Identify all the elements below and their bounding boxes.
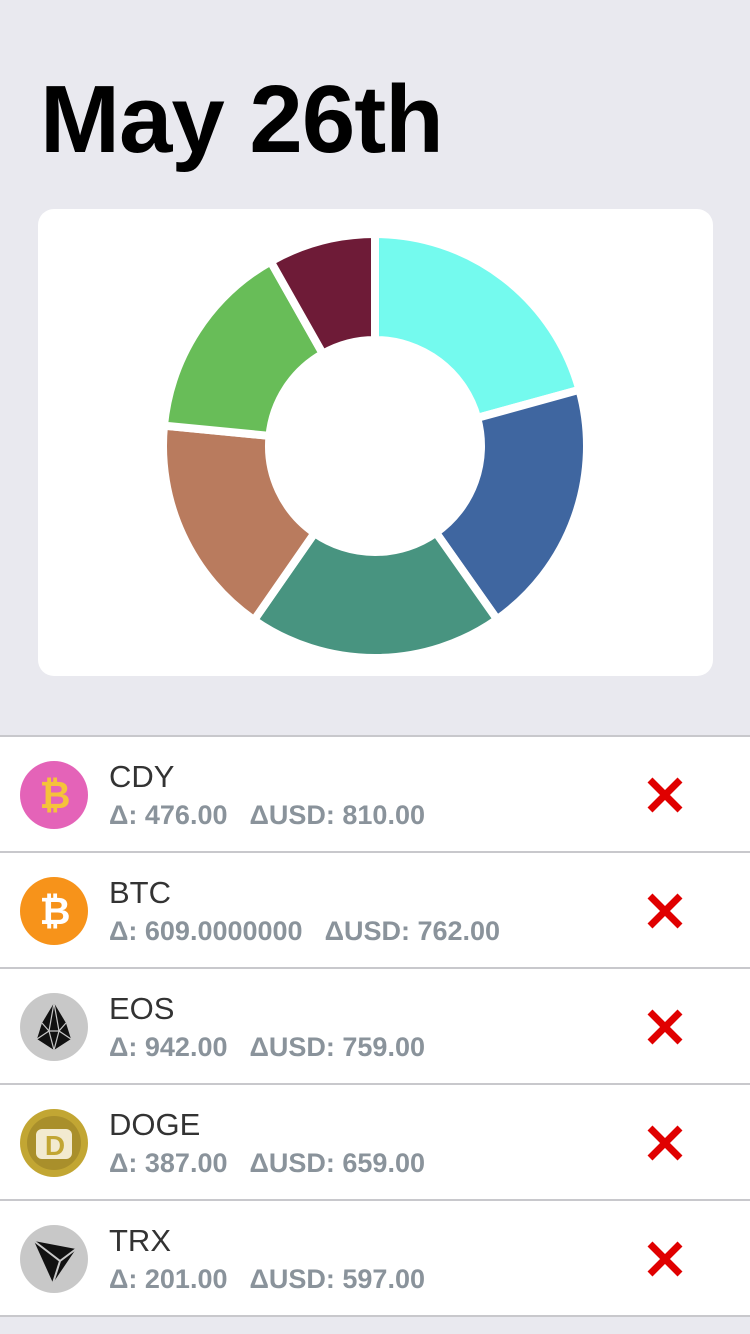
remove-coin-button[interactable] xyxy=(641,1119,689,1167)
dogecoin-icon: D xyxy=(20,1109,88,1177)
page-title: May 26th xyxy=(40,66,444,173)
coin-symbol: BTC xyxy=(109,875,171,910)
coin-row-trx[interactable]: TRX Δ: 201.00 ΔUSD: 597.00 xyxy=(0,1201,750,1317)
close-icon xyxy=(647,1009,683,1045)
close-icon xyxy=(647,777,683,813)
remove-coin-button[interactable] xyxy=(641,1235,689,1283)
eos-icon xyxy=(20,993,88,1061)
svg-text:D: D xyxy=(45,1130,65,1161)
svg-text:₿: ₿ xyxy=(40,775,71,817)
portfolio-donut-chart xyxy=(159,229,591,662)
close-icon xyxy=(647,1241,683,1277)
coin-amounts: Δ: 609.0000000 ΔUSD: 762.00 xyxy=(109,915,500,947)
close-icon xyxy=(647,1125,683,1161)
coin-row-eos[interactable]: EOS Δ: 942.00 ΔUSD: 759.00 xyxy=(0,969,750,1085)
coin-delta-usd: ΔUSD: 597.00 xyxy=(249,1264,425,1294)
remove-coin-button[interactable] xyxy=(641,887,689,935)
coin-delta-usd: ΔUSD: 810.00 xyxy=(249,800,425,830)
coin-symbol: EOS xyxy=(109,991,175,1026)
coin-amounts: Δ: 201.00 ΔUSD: 597.00 xyxy=(109,1263,425,1295)
remove-coin-button[interactable] xyxy=(641,1003,689,1051)
bitcoin-candy-icon: ₿ xyxy=(20,761,88,829)
coin-row-btc[interactable]: ₿ BTC Δ: 609.0000000 ΔUSD: 762.00 xyxy=(0,853,750,969)
coin-row-doge[interactable]: D DOGE Δ: 387.00 ΔUSD: 659.00 xyxy=(0,1085,750,1201)
coin-amounts: Δ: 387.00 ΔUSD: 659.00 xyxy=(109,1147,425,1179)
coin-symbol: DOGE xyxy=(109,1107,201,1142)
coin-symbol: TRX xyxy=(109,1223,171,1258)
tron-icon xyxy=(20,1225,88,1293)
coin-delta-usd: ΔUSD: 659.00 xyxy=(249,1148,425,1178)
coin-delta-usd: ΔUSD: 759.00 xyxy=(249,1032,425,1062)
coin-amounts: Δ: 476.00 ΔUSD: 810.00 xyxy=(109,799,425,831)
coin-delta: Δ: 201.00 xyxy=(109,1264,228,1294)
coin-amounts: Δ: 942.00 ΔUSD: 759.00 xyxy=(109,1031,425,1063)
coin-delta: Δ: 609.0000000 xyxy=(109,916,303,946)
coin-row-cdy[interactable]: ₿ CDY Δ: 476.00 ΔUSD: 810.00 xyxy=(0,737,750,853)
svg-text:₿: ₿ xyxy=(40,891,71,933)
coin-symbol: CDY xyxy=(109,759,175,794)
coin-delta: Δ: 942.00 xyxy=(109,1032,228,1062)
coin-delta: Δ: 387.00 xyxy=(109,1148,228,1178)
coin-delta: Δ: 476.00 xyxy=(109,800,228,830)
coin-list: ₿ CDY Δ: 476.00 ΔUSD: 810.00 ₿ BTC Δ: 609… xyxy=(0,735,750,1317)
remove-coin-button[interactable] xyxy=(641,771,689,819)
portfolio-chart-card xyxy=(38,209,713,676)
coin-delta-usd: ΔUSD: 762.00 xyxy=(324,916,501,946)
close-icon xyxy=(647,893,683,929)
donut-slice-cdy xyxy=(371,229,585,423)
bitcoin-icon: ₿ xyxy=(20,877,88,945)
